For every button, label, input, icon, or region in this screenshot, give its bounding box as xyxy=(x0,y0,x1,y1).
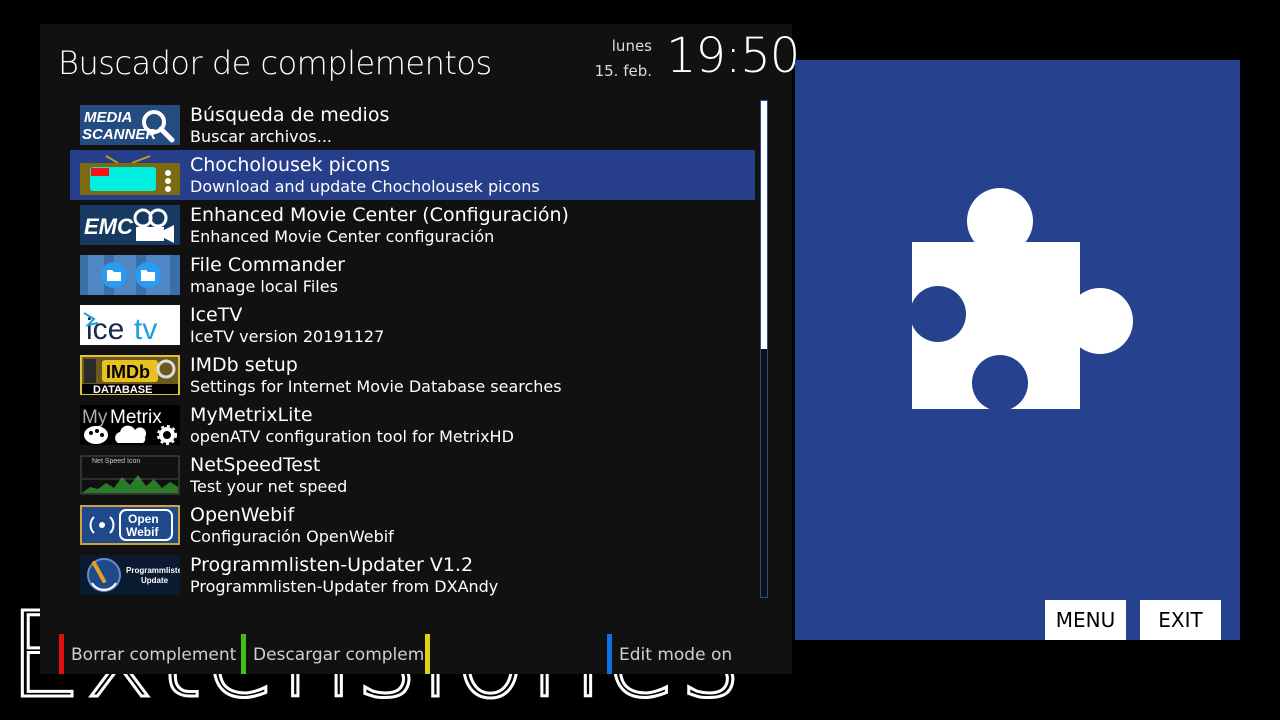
retro-tv-icon xyxy=(80,155,180,195)
list-item-programmlisten-updater[interactable]: Programmlisten Update Programmlisten-Upd… xyxy=(70,550,755,600)
red-key-label: Borrar complementos xyxy=(71,645,237,665)
green-key-bar xyxy=(241,634,246,674)
list-item-icetv[interactable]: ice tv IceTV IceTV version 20191127 xyxy=(70,300,755,350)
programmlisten-update-icon: Programmlisten Update xyxy=(80,555,180,595)
blue-key-bar xyxy=(607,634,612,674)
list-item-mymetrixlite[interactable]: My Metrix MyMetrixLite openATV configura… xyxy=(70,400,755,450)
item-title: Búsqueda de medios xyxy=(190,104,390,126)
icetv-logo-icon: ice tv xyxy=(80,305,180,345)
plugin-browser-screen: Extensiones Buscador de complementos lun… xyxy=(0,0,1280,720)
red-key-delete-plugins[interactable]: Borrar complementos xyxy=(59,634,237,674)
imdb-text: IMDb xyxy=(106,362,150,382)
mymetrix-icon: My Metrix xyxy=(80,405,180,445)
imdb-database-icon: IMDb DATABASE xyxy=(80,355,180,395)
programmlisten-update-text: Update xyxy=(141,576,169,585)
date-day-month: 15. feb. xyxy=(594,62,652,80)
plugin-preview xyxy=(795,60,1240,640)
item-description: openATV configuration tool for MetrixHD xyxy=(190,427,514,446)
item-title: Chocholousek picons xyxy=(190,154,390,176)
item-title: Programmlisten-Updater V1.2 xyxy=(190,554,474,576)
exit-button[interactable]: EXIT xyxy=(1140,600,1221,640)
item-title: OpenWebif xyxy=(190,504,295,526)
yellow-key-bar xyxy=(425,634,430,674)
media-scanner-text-1: MEDIA xyxy=(84,109,132,126)
clock: 19:50 xyxy=(666,28,800,84)
netspeed-graph-icon: Net Speed Icon xyxy=(80,455,180,495)
emc-camera-icon: EMC xyxy=(80,205,180,245)
openwebif-icon: Open Webif xyxy=(80,505,180,545)
mymetrix-my-text: My xyxy=(82,407,108,428)
item-title: IceTV xyxy=(190,304,243,326)
item-title: IMDb setup xyxy=(190,354,298,376)
menu-button[interactable]: MENU xyxy=(1045,600,1126,640)
green-key-label: Descargar complementos xyxy=(253,645,424,665)
blue-key-label: Edit mode on xyxy=(619,645,733,665)
item-title: NetSpeedTest xyxy=(190,454,321,476)
item-description: Buscar archivos... xyxy=(190,127,332,146)
item-title: Enhanced Movie Center (Configuración) xyxy=(190,204,569,226)
programmlisten-text: Programmlisten xyxy=(126,566,180,575)
date-weekday: lunes xyxy=(611,37,652,55)
item-description: manage local Files xyxy=(190,277,338,296)
openwebif-open-text: Open xyxy=(128,512,159,526)
folder-icon xyxy=(80,255,180,295)
item-title: File Commander xyxy=(190,254,345,276)
list-item-chocholousek-picons[interactable]: Chocholousek picons Download and update … xyxy=(70,150,755,200)
icetv-tv-text: tv xyxy=(134,313,157,345)
item-description: Settings for Internet Movie Database sea… xyxy=(190,377,562,396)
green-key-download-plugins[interactable]: Descargar complementos xyxy=(241,634,424,674)
page-title: Buscador de complementos xyxy=(58,44,492,82)
yellow-key[interactable] xyxy=(425,634,595,674)
red-key-bar xyxy=(59,634,64,674)
list-item-media-scanner[interactable]: MEDIA SCANNER Búsqueda de medios Buscar … xyxy=(70,100,755,150)
list-item-enhanced-movie-center[interactable]: EMC Enhanced Movie Center (Configuración… xyxy=(70,200,755,250)
blue-key-edit-mode[interactable]: Edit mode on xyxy=(607,634,777,674)
plugin-list[interactable]: MEDIA SCANNER Búsqueda de medios Buscar … xyxy=(70,100,755,600)
item-description: IceTV version 20191127 xyxy=(190,327,385,346)
item-description: Configuración OpenWebif xyxy=(190,527,394,546)
list-item-netspeedtest[interactable]: Net Speed Icon NetSpeedTest Test your ne… xyxy=(70,450,755,500)
item-description: Download and update Chocholousek picons xyxy=(190,177,540,196)
netspeed-caption: Net Speed Icon xyxy=(92,458,140,465)
openwebif-webif-text: Webif xyxy=(126,525,159,539)
list-item-file-commander[interactable]: File Commander manage local Files xyxy=(70,250,755,300)
list-item-imdb-setup[interactable]: IMDb DATABASE IMDb setup Settings for In… xyxy=(70,350,755,400)
list-item-openwebif[interactable]: Open Webif OpenWebif Configuración OpenW… xyxy=(70,500,755,550)
media-scanner-icon: MEDIA SCANNER xyxy=(80,105,180,145)
list-scrollbar-thumb[interactable] xyxy=(761,101,767,349)
emc-text: EMC xyxy=(84,214,134,239)
item-description: Enhanced Movie Center configuración xyxy=(190,227,495,246)
imdb-database-text: DATABASE xyxy=(93,384,152,395)
item-description: Programmlisten-Updater from DXAndy xyxy=(190,577,499,596)
mymetrix-metrix-text: Metrix xyxy=(110,407,162,428)
item-description: Test your net speed xyxy=(190,477,348,496)
item-title: MyMetrixLite xyxy=(190,404,313,426)
